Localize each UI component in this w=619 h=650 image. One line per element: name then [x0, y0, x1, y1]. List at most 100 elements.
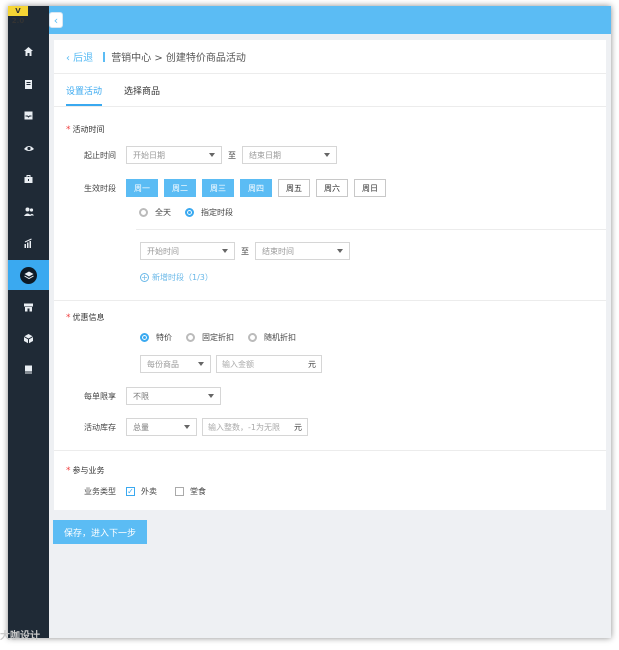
back-link[interactable]: ‹ 后退	[66, 49, 93, 64]
radio-circle-selected	[140, 333, 149, 342]
main-card: ‹ 后退 营销中心 > 创建特价商品活动 设置活动 选择商品 * 活动时间 起止…	[54, 40, 606, 510]
layers-icon-wrap	[20, 266, 37, 284]
time-range-row: 开始时间 至 结束时间	[140, 242, 350, 260]
amount-input[interactable]: 输入金额元	[216, 355, 322, 373]
date-range-row: 起止时间 开始日期 至 结束日期	[54, 146, 337, 164]
sidebar-item-home[interactable]	[8, 36, 49, 66]
version-badge: V 2.0	[8, 6, 28, 25]
chevron-down-icon	[209, 153, 215, 157]
date-range-label: 起止时间	[84, 150, 116, 160]
collapse-sidebar-button[interactable]: ‹	[49, 12, 63, 28]
plus-icon: +	[140, 273, 149, 282]
book-icon	[25, 365, 32, 373]
sidebar-item-book[interactable]	[8, 354, 49, 384]
weekday-label: 生效时段	[84, 183, 116, 193]
limit-label: 每单限享	[84, 391, 116, 401]
limit-row: 每单限享 不限	[54, 387, 221, 405]
radio-circle-selected	[185, 208, 194, 217]
required-mark: *	[66, 312, 71, 323]
inbox-icon	[24, 111, 33, 119]
store-icon	[24, 303, 33, 311]
required-mark: *	[66, 124, 71, 135]
start-date-select[interactable]: 开始日期	[126, 146, 222, 164]
required-mark: *	[66, 465, 71, 476]
sidebar-item-document[interactable]	[8, 69, 49, 99]
business-type-row: 业务类型 ✓ 外卖 堂食	[54, 486, 224, 497]
app-window: V 2.0 ‹ ‹ 后退 营销中心 > 创建特价商品活动 设置活动 选择商品 *…	[8, 6, 611, 638]
per-item-select[interactable]: 每份商品	[140, 355, 211, 373]
tab-select-products[interactable]: 选择商品	[124, 84, 160, 106]
day-tue[interactable]: 周二	[164, 179, 196, 197]
chevron-down-icon	[222, 249, 228, 253]
watermark-logo: 大咖设计	[0, 631, 40, 642]
business-title: * 参与业务	[66, 465, 105, 476]
day-thu[interactable]: 周四	[240, 179, 272, 197]
sidebar-item-package[interactable]	[8, 323, 49, 353]
chart-icon	[24, 238, 32, 248]
sidebar-item-store[interactable]	[8, 292, 49, 322]
sidebar-item-inbox[interactable]	[8, 100, 49, 130]
radio-specific-period[interactable]: 指定时段	[185, 207, 233, 218]
radio-random-discount[interactable]: 随机折扣	[248, 332, 296, 343]
radio-fixed-discount[interactable]: 固定折扣	[186, 332, 234, 343]
tab-bar: 设置活动 选择商品	[54, 74, 606, 107]
price-row: 每份商品 输入金额元	[140, 355, 322, 373]
to-label: 至	[241, 246, 249, 256]
limit-select[interactable]: 不限	[126, 387, 221, 405]
checkbox-box	[175, 487, 184, 496]
end-time-select[interactable]: 结束时间	[255, 242, 350, 260]
weekday-row: 生效时段 周一 周二 周三 周四 周五 周六 周日	[54, 179, 392, 197]
discount-type-row: 特价 固定折扣 随机折扣	[140, 332, 310, 343]
stock-type-select[interactable]: 总量	[126, 418, 197, 436]
section-divider	[54, 450, 606, 451]
discount-title: * 优惠信息	[66, 312, 105, 323]
sidebar-item-chart[interactable]	[8, 228, 49, 258]
radio-circle	[186, 333, 195, 342]
day-sun[interactable]: 周日	[354, 179, 386, 197]
sidebar: V 2.0	[8, 6, 49, 638]
chevron-down-icon	[208, 394, 214, 398]
check-icon: ✓	[126, 487, 135, 496]
users-icon	[23, 207, 34, 216]
radio-all-day[interactable]: 全天	[139, 207, 171, 218]
chevron-down-icon	[184, 425, 190, 429]
start-time-select[interactable]: 开始时间	[140, 242, 235, 260]
chevron-down-icon	[337, 249, 343, 253]
checkbox-takeout[interactable]: ✓ 外卖	[126, 486, 157, 497]
business-type-label: 业务类型	[84, 487, 116, 496]
day-wed[interactable]: 周三	[202, 179, 234, 197]
add-period-link[interactable]: + 新增时段（1/3）	[140, 272, 213, 283]
chevron-down-icon	[198, 362, 204, 366]
end-date-select[interactable]: 结束日期	[242, 146, 337, 164]
day-fri[interactable]: 周五	[278, 179, 310, 197]
stock-input[interactable]: 输入整数，-1为无限元	[202, 418, 308, 436]
sidebar-item-briefcase[interactable]	[8, 164, 49, 194]
radio-special-price[interactable]: 特价	[140, 332, 172, 343]
briefcase-icon	[24, 174, 33, 183]
eye-icon	[23, 145, 34, 151]
sidebar-item-eye[interactable]	[8, 133, 49, 163]
tab-setup-activity[interactable]: 设置活动	[66, 84, 103, 106]
save-next-button[interactable]: 保存，进入下一步	[53, 520, 147, 544]
activity-time-title: * 活动时间	[66, 124, 105, 135]
radio-circle	[139, 208, 148, 217]
breadcrumb-path: 营销中心 > 创建特价商品活动	[111, 53, 246, 64]
to-label: 至	[228, 150, 236, 160]
breadcrumb: ‹ 后退 营销中心 > 创建特价商品活动	[54, 40, 606, 74]
top-bar	[49, 6, 611, 34]
sidebar-item-users[interactable]	[8, 196, 49, 226]
layers-icon	[23, 271, 34, 279]
section-divider	[54, 300, 606, 301]
checkbox-dine-in[interactable]: 堂食	[175, 486, 206, 497]
package-icon	[23, 333, 34, 343]
radio-circle	[248, 333, 257, 342]
divider	[136, 229, 606, 230]
document-icon	[25, 79, 32, 89]
stock-row: 活动库存 总量 输入整数，-1为无限元	[54, 418, 308, 436]
day-mon[interactable]: 周一	[126, 179, 158, 197]
day-sat[interactable]: 周六	[316, 179, 348, 197]
home-icon	[24, 46, 33, 56]
sidebar-item-marketing[interactable]	[8, 260, 49, 290]
time-mode-row: 全天 指定时段	[139, 207, 247, 218]
breadcrumb-divider	[103, 51, 106, 62]
